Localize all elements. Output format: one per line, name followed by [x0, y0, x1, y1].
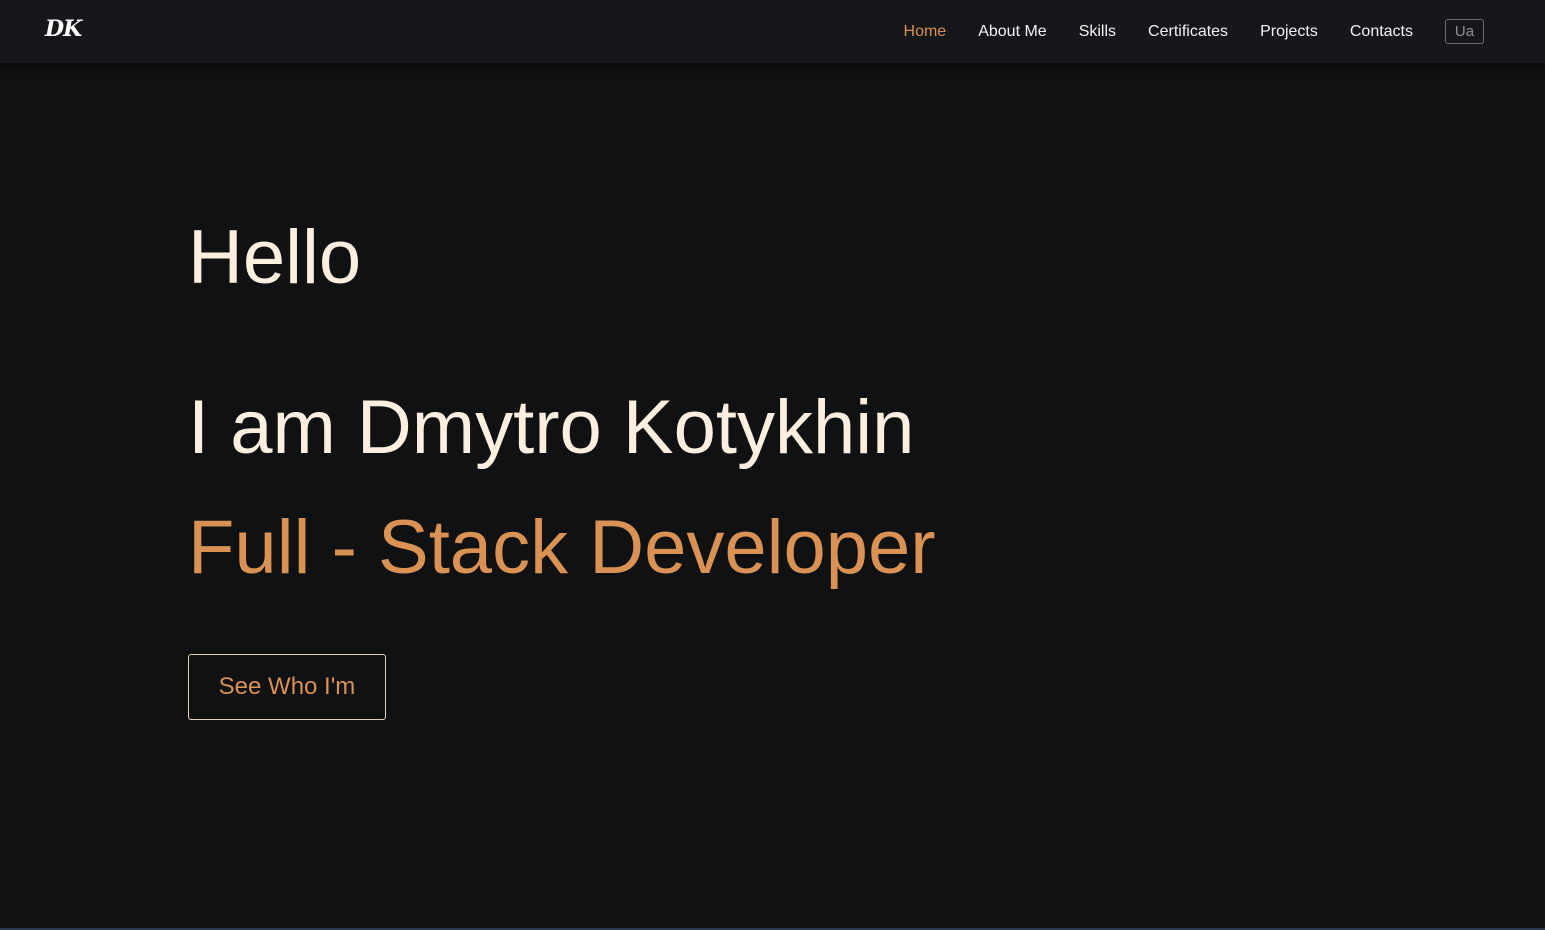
- nav-link-skills[interactable]: Skills: [1079, 21, 1116, 43]
- nav-link-contacts[interactable]: Contacts: [1350, 21, 1413, 43]
- see-who-i-am-button[interactable]: See Who I'm: [188, 654, 386, 720]
- navbar: DK Home About Me Skills Certificates Pro…: [0, 0, 1545, 63]
- language-toggle-button[interactable]: Ua: [1445, 19, 1484, 44]
- hero-name: I am Dmytro Kotykhin: [188, 385, 915, 470]
- nav-link-about-me[interactable]: About Me: [978, 21, 1046, 43]
- hero-greeting: Hello: [188, 215, 362, 300]
- hero-role: Full - Stack Developer: [188, 505, 936, 590]
- logo[interactable]: DK: [45, 16, 82, 42]
- nav-link-certificates[interactable]: Certificates: [1148, 21, 1228, 43]
- nav-link-home[interactable]: Home: [904, 21, 947, 43]
- page: DK Home About Me Skills Certificates Pro…: [0, 0, 1545, 930]
- nav-links: Home About Me Skills Certificates Projec…: [872, 19, 1484, 44]
- nav-link-projects[interactable]: Projects: [1260, 21, 1318, 43]
